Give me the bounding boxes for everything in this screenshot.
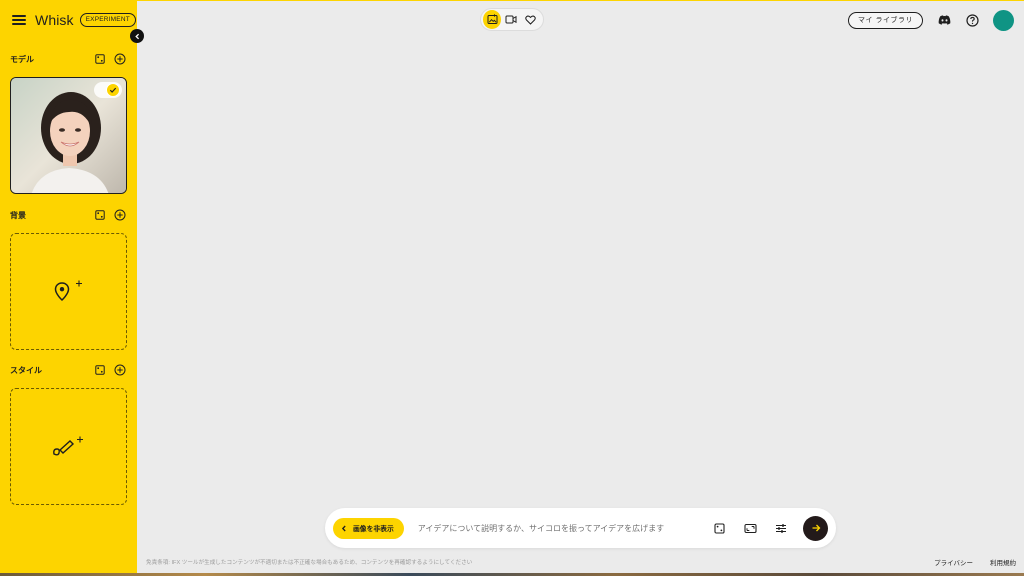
hamburger-menu-icon[interactable] [12,15,26,25]
terms-link[interactable]: 利用規約 [990,557,1016,567]
experiment-badge: EXPERIMENT [79,13,136,27]
hide-images-label: 画像を非表示 [353,526,394,533]
section-header-model: モデル [10,51,126,67]
my-library-button[interactable]: マイ ライブラリ [848,11,923,29]
brush-add-icon [52,436,83,455]
check-icon [106,83,120,97]
app-name: Whisk [35,12,74,28]
top-accent-line [137,0,1024,1]
model-image-card[interactable] [10,77,127,194]
section-title-model: モデル [10,54,34,64]
section-title-background: 背景 [10,210,26,220]
chevron-left-icon [341,525,347,532]
dice-icon[interactable] [94,209,106,221]
heart-icon [525,15,537,25]
image-icon [487,14,498,24]
submit-button[interactable] [803,515,828,541]
add-circle-icon[interactable] [114,53,126,65]
chevron-left-icon [134,33,139,39]
sidebar: Whisk EXPERIMENT モデル 背景 スタイル [0,0,137,576]
favorites-button[interactable] [522,10,540,29]
discord-icon[interactable] [937,13,951,27]
privacy-link[interactable]: プライバシー [934,557,973,567]
location-pin-add-icon [54,280,82,301]
dice-icon[interactable] [94,364,106,376]
background-upload-slot[interactable] [10,233,127,350]
mode-switcher [480,8,544,31]
brand: Whisk EXPERIMENT [12,11,136,29]
header-actions: マイ ライブラリ [848,9,1014,31]
add-circle-icon[interactable] [114,364,126,376]
settings-sliders-icon[interactable] [774,521,788,535]
section-header-style: スタイル [10,362,126,378]
collapse-sidebar-button[interactable] [130,29,144,43]
hide-images-button[interactable]: 画像を非表示 [333,517,404,539]
arrow-right-icon [812,524,820,532]
dice-icon[interactable] [94,53,106,65]
user-avatar[interactable] [993,9,1014,31]
video-icon [505,15,517,24]
disclaimer-text: 免責条項: IFX ツールが生成したコンテンツが不適切または不正確な場合もあるた… [146,560,473,566]
prompt-bar: 画像を非表示 [325,508,836,548]
add-circle-icon[interactable] [114,209,126,221]
aspect-ratio-icon[interactable] [743,521,757,535]
dice-icon[interactable] [712,521,726,535]
section-header-background: 背景 [10,207,126,223]
style-upload-slot[interactable] [10,388,127,505]
prompt-input[interactable] [417,518,695,538]
section-title-style: スタイル [10,365,42,375]
help-icon[interactable] [965,13,979,27]
video-mode-button[interactable] [502,10,520,29]
image-mode-button[interactable] [483,10,502,29]
footer-links: プライバシー 利用規約 [917,557,1016,567]
